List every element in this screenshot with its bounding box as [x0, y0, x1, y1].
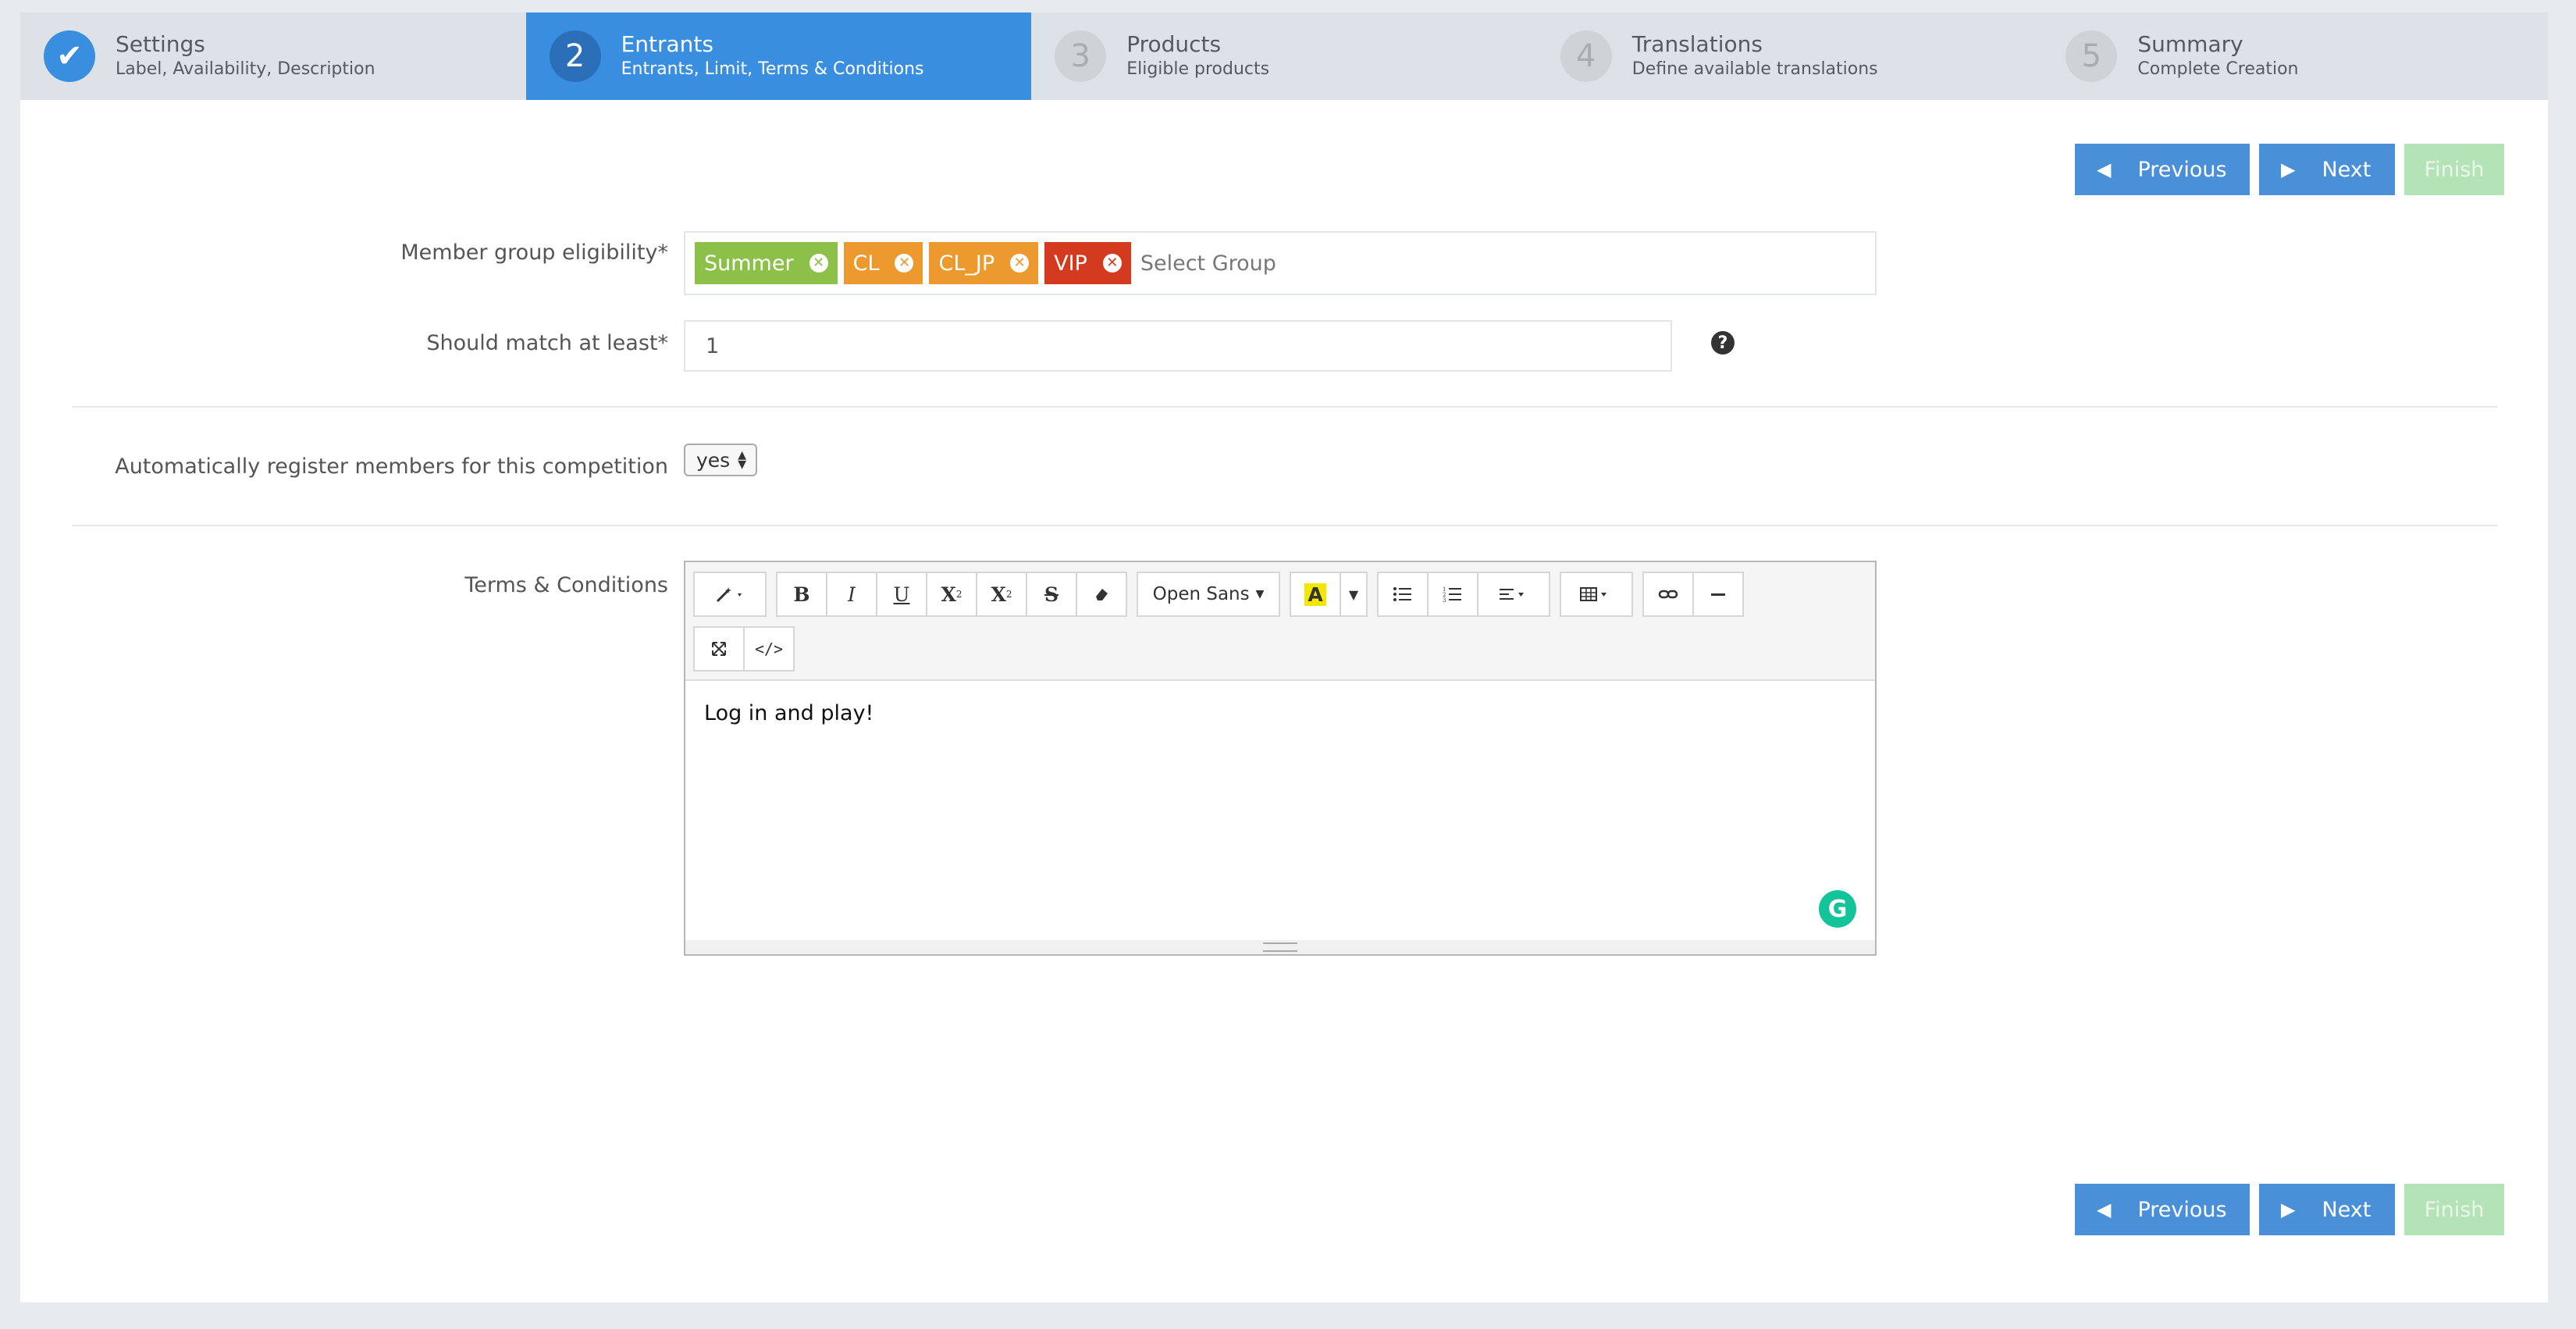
editor-toolbar: B I U X2 X2 S Open Sans ▼ A ▼ 1 2 3 </> — [685, 562, 1875, 681]
tag-label: CL_JP — [938, 251, 995, 276]
next-button[interactable]: ▶ Next — [2259, 1184, 2395, 1235]
step-subtitle: Define available translations — [1631, 59, 1878, 79]
match-at-least-input[interactable] — [684, 320, 1672, 372]
next-label: Next — [2322, 1197, 2371, 1222]
fullscreen-icon[interactable] — [693, 626, 745, 672]
svg-text:3: 3 — [1443, 597, 1446, 603]
remove-tag-icon[interactable]: ✕ — [895, 254, 914, 273]
underline-icon[interactable]: U — [876, 572, 927, 617]
remove-tag-icon[interactable]: ✕ — [1010, 254, 1030, 273]
editor-content[interactable]: Log in and play! — [704, 701, 873, 725]
tag-cl: CL ✕ — [843, 242, 923, 284]
unordered-list-icon[interactable] — [1377, 572, 1429, 617]
next-button[interactable]: ▶ Next — [2259, 144, 2395, 195]
step-number: 5 — [2065, 30, 2118, 82]
check-icon: ✔ — [44, 30, 95, 82]
step-entrants[interactable]: 2 Entrants Entrants, Limit, Terms & Cond… — [525, 12, 1032, 100]
link-icon[interactable] — [1642, 572, 1694, 617]
finish-label: Finish — [2424, 157, 2485, 182]
code-view-icon[interactable]: </> — [743, 626, 795, 672]
step-products[interactable]: 3 Products Eligible products — [1031, 12, 1537, 100]
member-group-label: Member group eligibility* — [400, 241, 668, 265]
previous-button[interactable]: ◀ Previous — [2075, 1184, 2250, 1235]
wizard-nav-top: ◀ Previous ▶ Next Finish — [2075, 144, 2504, 195]
superscript-icon[interactable]: X2 — [926, 572, 977, 617]
step-subtitle: Entrants, Limit, Terms & Conditions — [621, 59, 924, 79]
step-number: 4 — [1560, 30, 1612, 82]
step-translations[interactable]: 4 Translations Define available translat… — [1537, 12, 2043, 100]
group-search-input[interactable] — [1138, 250, 1454, 276]
finish-button[interactable]: Finish — [2404, 144, 2504, 195]
finish-label: Finish — [2424, 1197, 2485, 1222]
magic-wand-icon[interactable] — [693, 572, 767, 617]
arrow-right-icon: ▶ — [2281, 159, 2296, 180]
caret-down-icon: ▼ — [1255, 588, 1265, 600]
bold-icon[interactable]: B — [776, 572, 827, 617]
auto-register-select[interactable]: yes ▲ ▼ — [684, 444, 757, 476]
highlight-color-icon[interactable]: A — [1290, 572, 1341, 617]
grammarly-icon[interactable]: G — [1819, 890, 1856, 928]
match-label: Should match at least* — [426, 331, 668, 355]
step-title: Translations — [1631, 31, 1763, 57]
tag-label: VIP — [1054, 251, 1087, 276]
tag-label: Summer — [704, 251, 794, 276]
select-arrows-icon: ▲ ▼ — [738, 449, 746, 471]
wizard-nav-bottom: ◀ Previous ▶ Next Finish — [2075, 1184, 2504, 1235]
arrow-left-icon: ◀ — [2097, 159, 2112, 180]
previous-label: Previous — [2137, 157, 2227, 182]
arrow-right-icon: ▶ — [2281, 1199, 2296, 1220]
align-dropdown-icon[interactable] — [1477, 572, 1550, 617]
next-label: Next — [2322, 157, 2371, 182]
table-icon[interactable] — [1560, 572, 1633, 617]
tag-cl-jp: CL_JP ✕ — [929, 242, 1039, 284]
step-settings[interactable]: ✔ Settings Label, Availability, Descript… — [20, 12, 526, 100]
step-subtitle: Complete Creation — [2137, 59, 2299, 79]
divider — [72, 406, 2498, 408]
step-subtitle: Eligible products — [1126, 59, 1270, 79]
step-subtitle: Label, Availability, Description — [116, 59, 375, 79]
tag-summer: Summer ✕ — [695, 242, 838, 284]
horizontal-rule-icon[interactable] — [1692, 572, 1744, 617]
step-title: Summary — [2137, 31, 2243, 57]
step-summary[interactable]: 5 Summary Complete Creation — [2042, 12, 2548, 100]
remove-tag-icon[interactable]: ✕ — [1102, 254, 1122, 273]
help-icon[interactable]: ? — [1711, 331, 1735, 355]
terms-editor: B I U X2 X2 S Open Sans ▼ A ▼ 1 2 3 </> … — [684, 561, 1877, 956]
terms-label: Terms & Conditions — [464, 573, 668, 597]
font-name: Open Sans — [1152, 584, 1250, 604]
member-group-select[interactable]: Summer ✕ CL ✕ CL_JP ✕ VIP ✕ — [684, 231, 1877, 295]
previous-button[interactable]: ◀ Previous — [2075, 144, 2250, 195]
wizard-card: ✔ Settings Label, Availability, Descript… — [20, 12, 2548, 1302]
step-title: Entrants — [621, 31, 713, 57]
step-number: 2 — [549, 30, 601, 82]
tag-label: CL — [852, 251, 880, 276]
arrow-left-icon: ◀ — [2097, 1199, 2112, 1220]
tag-vip: VIP ✕ — [1044, 242, 1131, 284]
strikethrough-icon[interactable]: S — [1026, 572, 1077, 617]
resize-handle[interactable] — [685, 940, 1875, 954]
divider — [72, 525, 2498, 526]
step-title: Products — [1126, 31, 1222, 57]
wizard-steps: ✔ Settings Label, Availability, Descript… — [20, 12, 2548, 100]
italic-icon[interactable]: I — [826, 572, 877, 617]
auto-register-label: Automatically register members for this … — [115, 454, 668, 479]
remove-tag-icon[interactable]: ✕ — [809, 254, 828, 273]
step-number: 3 — [1055, 30, 1107, 82]
select-value: yes — [696, 448, 731, 472]
previous-label: Previous — [2137, 1197, 2227, 1222]
step-title: Settings — [116, 31, 205, 57]
eraser-icon[interactable] — [1076, 572, 1127, 617]
color-dropdown-icon[interactable]: ▼ — [1340, 572, 1368, 617]
subscript-icon[interactable]: X2 — [976, 572, 1027, 617]
font-family-dropdown[interactable]: Open Sans ▼ — [1137, 572, 1280, 617]
finish-button[interactable]: Finish — [2404, 1184, 2504, 1235]
ordered-list-icon[interactable]: 123 — [1427, 572, 1478, 617]
